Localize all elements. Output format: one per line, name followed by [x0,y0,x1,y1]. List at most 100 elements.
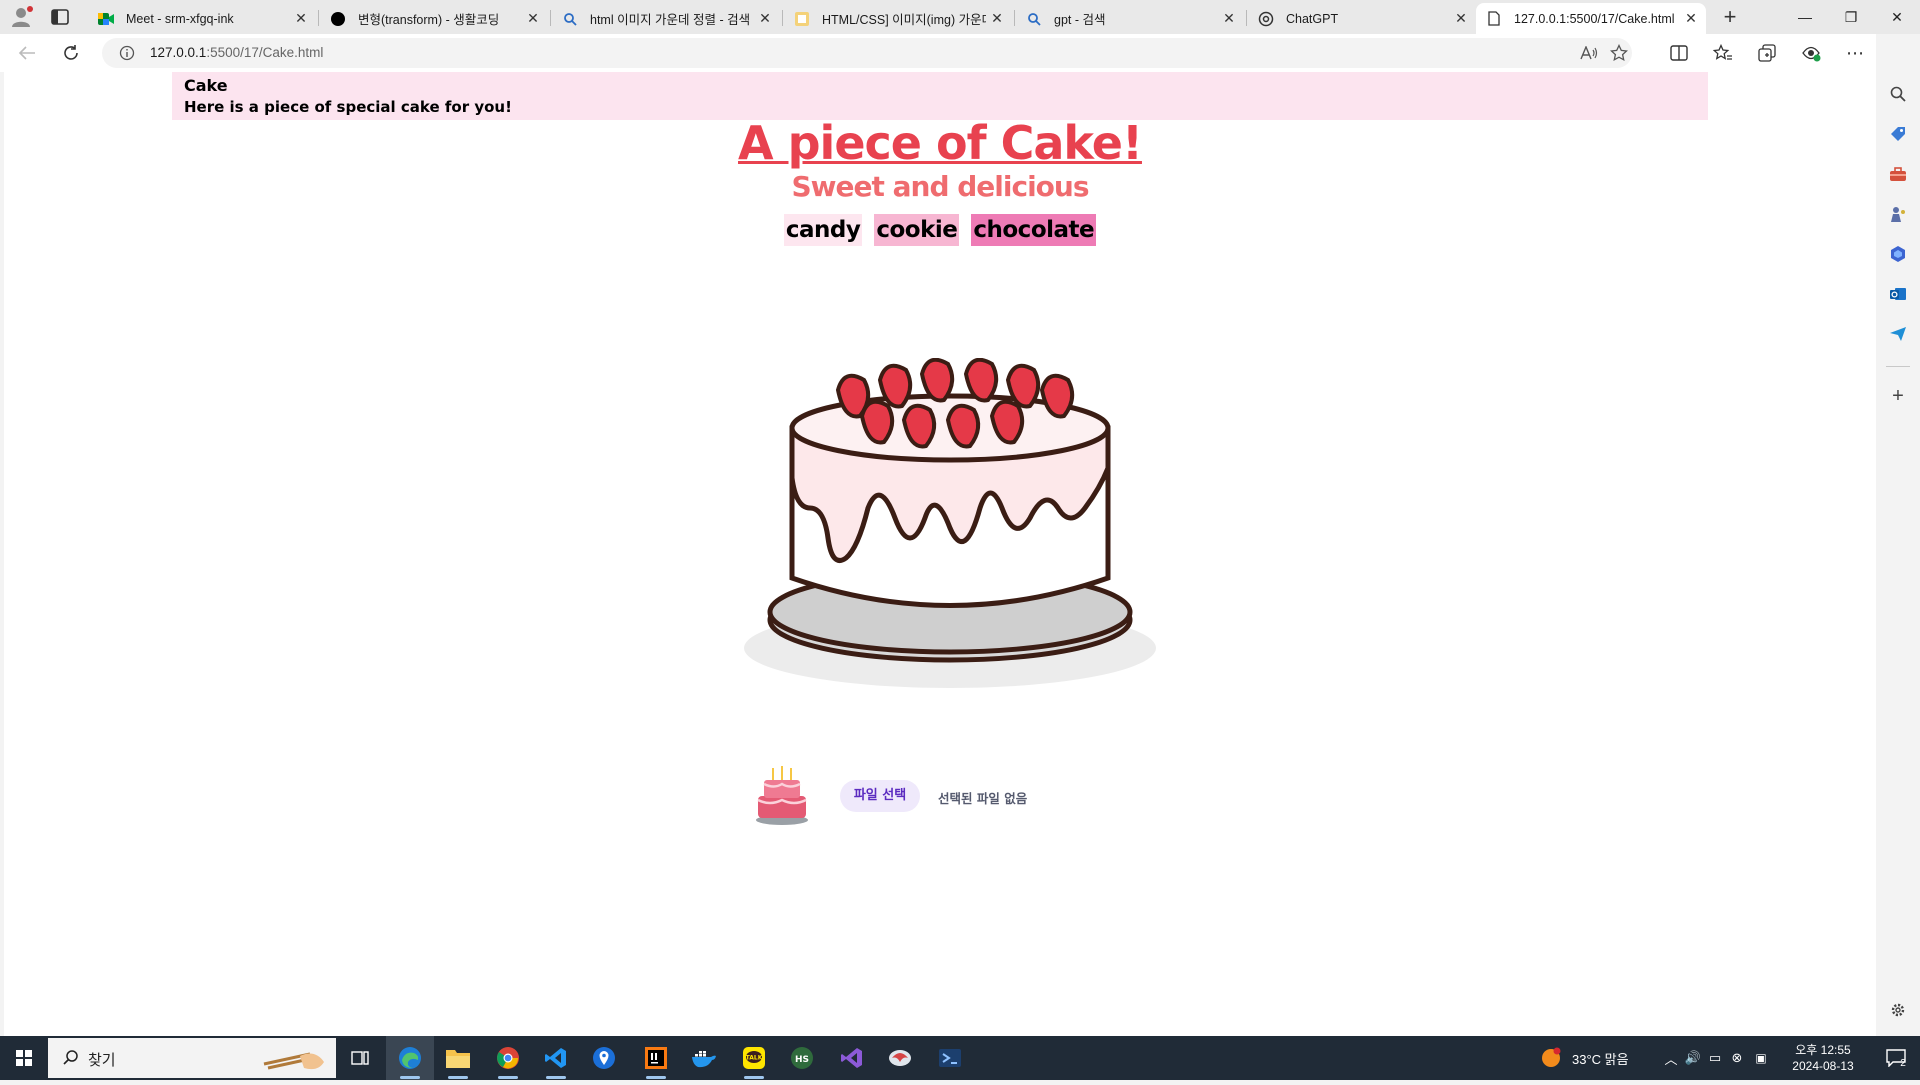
close-tab-icon[interactable]: ✕ [986,10,1008,27]
notification-center[interactable]: 2 [1876,1036,1916,1080]
tab-title: Meet - srm-xfgq-ink [126,11,234,26]
tab-chatgpt[interactable]: ChatGPT ✕ [1248,3,1476,34]
date-text: 2024-08-13 [1792,1059,1854,1073]
clock[interactable]: 오후 12:55 2024-08-13 [1786,1042,1860,1074]
sub-title: Sweet and delicious [791,170,1089,203]
header-subtitle: Here is a piece of special cake for you! [184,98,512,116]
tools-icon[interactable] [1886,162,1910,186]
tab-bing-gpt[interactable]: gpt - 검색 ✕ [1016,3,1244,34]
close-tab-icon[interactable]: ✕ [1450,10,1472,27]
docker-icon[interactable] [680,1036,728,1080]
read-aloud-icon[interactable] [1578,42,1600,64]
games-icon[interactable] [1886,202,1910,226]
restore-button[interactable]: ❐ [1828,0,1874,34]
close-tab-icon[interactable]: ✕ [290,10,312,27]
sun-weather-icon [1542,1047,1561,1067]
favorites-icon[interactable] [1712,42,1734,64]
birthday-cake-icon [756,766,808,825]
close-window-button[interactable]: ✕ [1874,0,1920,34]
choose-file-button[interactable]: 파일 선택 [840,780,920,812]
add-icon[interactable]: + [1886,384,1910,408]
outlook-icon[interactable] [1886,282,1910,306]
volume-icon[interactable]: 🔊 [1682,1050,1704,1066]
hs-app-icon[interactable]: HS [778,1036,826,1080]
url-text: 127.0.0.1:5500/17/Cake.html [150,45,323,60]
page-icon [1486,11,1502,27]
svg-text:TALK: TALK [746,1055,763,1062]
file-explorer-icon[interactable] [434,1036,482,1080]
tab-title: 127.0.0.1:5500/17/Cake.html [1514,11,1675,26]
close-tab-icon[interactable]: ✕ [754,10,776,27]
browser-essentials-icon[interactable] [1800,42,1822,64]
address-bar[interactable]: 127.0.0.1:5500/17/Cake.html [102,38,1632,68]
taskbar-search-box[interactable]: 찾기 [48,1038,336,1078]
blog-icon [794,11,810,27]
edge-taskbar-icon[interactable] [386,1036,434,1080]
collections-icon[interactable] [1756,42,1778,64]
minimize-button[interactable]: — [1782,0,1828,34]
site-info-icon[interactable] [116,42,138,64]
network-icon[interactable]: ▭ [1704,1050,1726,1066]
url-host: 127.0.0.1 [150,45,207,60]
shopping-tag-icon[interactable] [1886,122,1910,146]
search-placeholder: 찾기 [88,1052,116,1069]
task-view-icon[interactable] [336,1036,384,1080]
tab-cake-active[interactable]: 127.0.0.1:5500/17/Cake.html ✕ [1476,3,1706,34]
settings-gear-icon[interactable] [1886,998,1910,1022]
windows-start-icon[interactable] [0,1036,48,1080]
tab-blog-img-center[interactable]: HTML/CSS] 이미지(img) 가운데 ✕ [784,3,1012,34]
tab-transform[interactable]: 변형(transform) - 생활코딩 ✕ [320,3,548,34]
profile-icon[interactable] [10,6,34,28]
weather-widget[interactable]: 33°C 맑음 [1540,1036,1629,1080]
tag-cookie: cookie [874,214,960,246]
tag-candy: candy [783,214,863,246]
favorite-star-icon[interactable] [1608,42,1630,64]
refresh-icon[interactable] [60,42,82,64]
close-tab-icon[interactable]: ✕ [1218,10,1240,27]
maps-pin-icon[interactable] [580,1036,628,1080]
new-tab-button[interactable]: + [1716,4,1744,30]
page-header: Cake Here is a piece of special cake for… [172,72,1708,120]
tab-title: ChatGPT [1286,11,1339,26]
time-text: 오후 12:55 [1795,1043,1851,1057]
bing-search-icon [1026,11,1042,27]
tab-actions-icon[interactable] [50,8,70,26]
status-x-icon[interactable]: ⊗ [1726,1050,1748,1066]
send-icon[interactable] [1886,322,1910,346]
tab-title: html 이미지 가운데 정렬 - 검색 [590,13,751,27]
edge-sidebar: + [1876,34,1920,1036]
url-path: :5500/17/Cake.html [206,45,324,60]
tab-strip: Meet - srm-xfgq-ink ✕ 변형(transform) - 생활… [0,0,1920,34]
main-title: A piece of Cake! [738,116,1143,170]
close-tab-icon[interactable]: ✕ [522,10,544,27]
tab-title: gpt - 검색 [1054,13,1106,27]
mysql-workbench-icon[interactable] [876,1036,924,1080]
terminal-app-icon[interactable] [926,1036,974,1080]
chevron-up-icon[interactable]: ︿ [1660,1049,1682,1068]
bing-search-icon [562,11,578,27]
tab-meet[interactable]: Meet - srm-xfgq-ink ✕ [88,3,316,34]
cake-image [744,358,1156,688]
kakaotalk-icon[interactable]: TALK [730,1036,778,1080]
tab-title: 변형(transform) - 생활코딩 [358,13,500,27]
tab-bing-image-center[interactable]: html 이미지 가운데 정렬 - 검색 ✕ [552,3,780,34]
weather-text: 33°C 맑음 [1572,1051,1629,1067]
visual-studio-icon[interactable] [828,1036,876,1080]
microsoft-365-icon[interactable] [1886,242,1910,266]
ime-icon[interactable]: ▣ [1748,1051,1774,1065]
close-tab-icon[interactable]: ✕ [1680,10,1702,27]
vscode-icon[interactable] [532,1036,580,1080]
chrome-icon[interactable] [484,1036,532,1080]
tag-chocolate: chocolate [971,214,1097,246]
split-screen-icon[interactable] [1668,42,1690,64]
tab-title: HTML/CSS] 이미지(img) 가운데 [822,13,986,27]
address-toolbar: 127.0.0.1:5500/17/Cake.html ⋯ [0,34,1920,72]
file-status-text: 선택된 파일 없음 [938,791,1028,806]
google-meet-icon [98,11,114,27]
header-title: Cake [184,76,228,95]
more-menu-icon[interactable]: ⋯ [1844,42,1866,64]
back-icon[interactable] [16,42,38,64]
intellij-icon[interactable] [632,1036,680,1080]
opentutorials-icon [330,11,346,27]
search-icon[interactable] [1886,82,1910,106]
